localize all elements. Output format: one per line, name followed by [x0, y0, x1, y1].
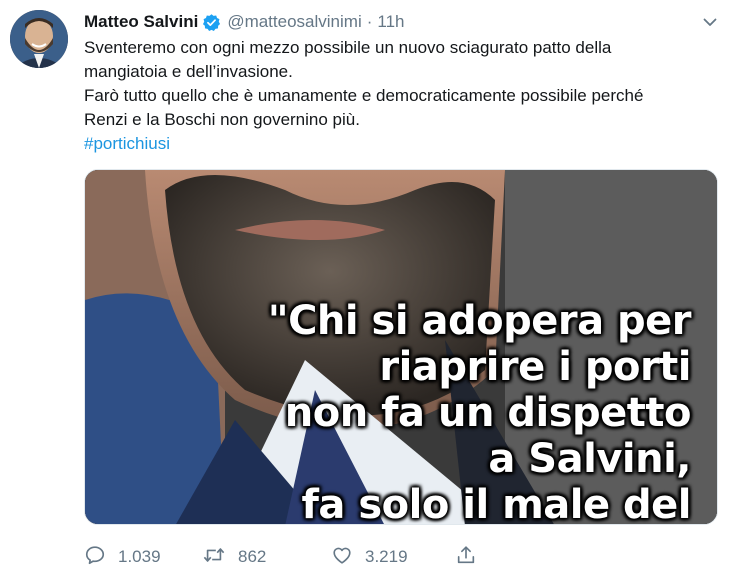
media-quote-text: "Chi si adopera per riaprire i porti non… — [267, 298, 692, 525]
heart-icon — [331, 544, 353, 571]
like-button[interactable]: 3.219 — [331, 544, 408, 570]
reply-icon — [84, 544, 106, 571]
chevron-down-icon[interactable] — [700, 12, 720, 32]
quote-line: riaprire i porti — [379, 344, 691, 390]
tweet-header: Matteo Salvini @matteosalvinimi · 11h — [84, 10, 405, 34]
share-icon — [455, 544, 477, 571]
reply-count: 1.039 — [118, 547, 161, 566]
author-name[interactable]: Matteo Salvini — [84, 12, 198, 32]
verified-badge-icon — [202, 13, 221, 32]
tweet-text: Sventeremo con ogni mezzo possibile un n… — [84, 36, 714, 156]
retweet-count: 862 — [238, 547, 267, 566]
quote-line: fa solo il male del — [301, 482, 692, 525]
retweet-button[interactable]: 862 — [202, 544, 266, 570]
avatar-image — [10, 10, 68, 68]
like-count: 3.219 — [365, 547, 408, 566]
separator-dot: · — [366, 12, 373, 31]
tweet-media-image[interactable]: "Chi si adopera per riaprire i porti non… — [84, 169, 718, 525]
quote-line: non fa un dispetto — [284, 390, 692, 436]
hashtag-link[interactable]: #portichiusi — [84, 134, 170, 153]
tweet-text-line: Renzi e la Boschi non governino più. — [84, 110, 360, 129]
quote-line: a Salvini, — [488, 436, 691, 482]
quote-line: "Chi si adopera per — [267, 298, 692, 344]
share-button[interactable] — [455, 544, 477, 570]
reply-button[interactable]: 1.039 — [84, 544, 161, 570]
tweet-actions: 1.039 862 3.219 — [84, 544, 724, 570]
tweet-timestamp[interactable]: 11h — [377, 12, 404, 32]
tweet-text-line: Farò tutto quello che è umanamente e dem… — [84, 86, 644, 105]
author-handle[interactable]: @matteosalvinimi — [227, 12, 361, 32]
tweet-text-line: mangiatoia e dell’invasione. — [84, 62, 293, 81]
tweet-card[interactable]: Matteo Salvini @matteosalvinimi · 11h Sv… — [0, 0, 732, 572]
retweet-icon — [202, 544, 226, 571]
tweet-text-line: Sventeremo con ogni mezzo possibile un n… — [84, 38, 612, 57]
avatar[interactable] — [10, 10, 68, 68]
